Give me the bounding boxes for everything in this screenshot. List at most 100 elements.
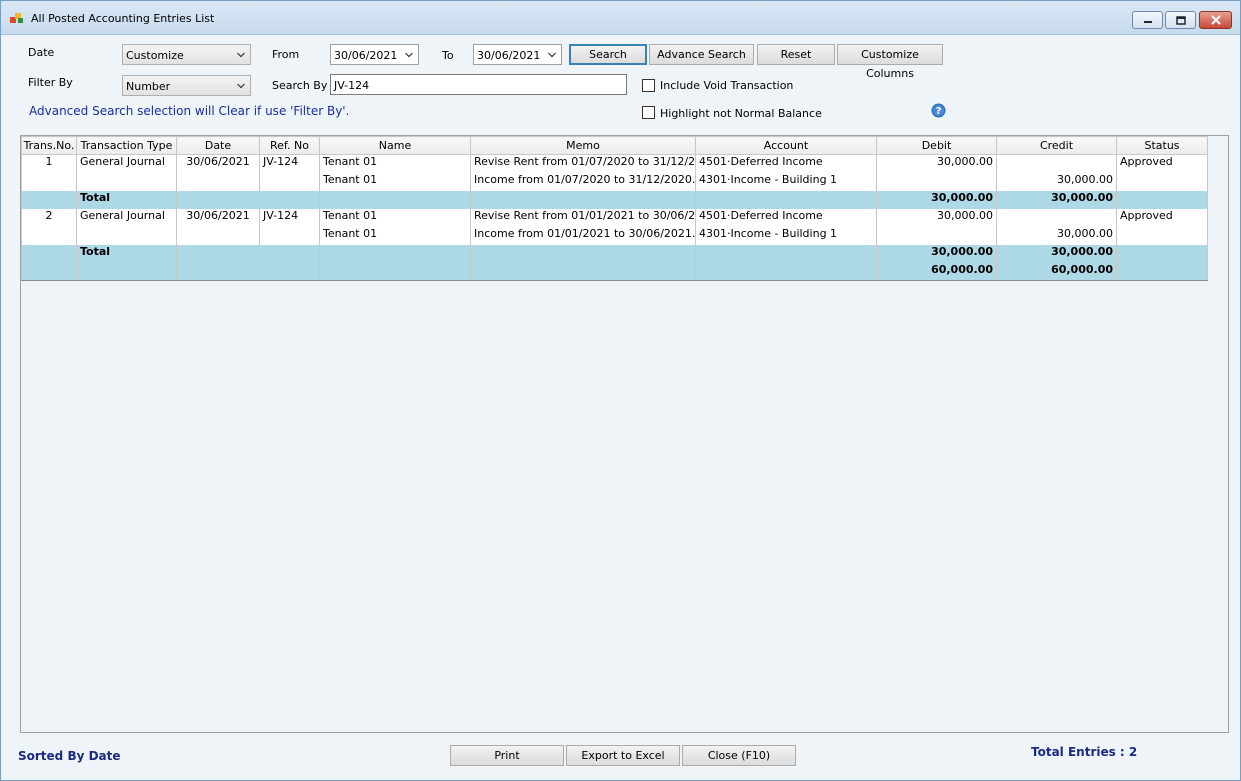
help-icon[interactable]: ? xyxy=(931,103,946,118)
cell-status xyxy=(1116,244,1208,263)
to-label: To xyxy=(442,49,454,62)
from-label: From xyxy=(272,48,300,61)
cell-credit: 60,000.00 xyxy=(996,262,1117,281)
cell-name: Tenant 01 xyxy=(319,226,471,245)
total-row[interactable]: Total 30,000.00 30,000.00 xyxy=(21,190,1208,209)
print-button[interactable]: Print xyxy=(450,745,564,766)
minimize-icon xyxy=(1143,21,1152,23)
export-excel-button[interactable]: Export to Excel xyxy=(566,745,680,766)
cell-type: General Journal xyxy=(76,208,177,227)
from-date-picker[interactable]: 30/06/2021 xyxy=(330,44,419,65)
cell-debit: 30,000.00 xyxy=(876,154,997,173)
column-header-date[interactable]: Date xyxy=(176,136,260,155)
cell-type xyxy=(76,226,177,245)
cell-memo: Revise Rent from 01/01/2021 to 30/06/202… xyxy=(470,208,696,227)
cell-status xyxy=(1116,226,1208,245)
cell-debit: 30,000.00 xyxy=(876,244,997,263)
cell-debit xyxy=(876,226,997,245)
cell-account xyxy=(695,262,877,281)
cell-ref xyxy=(259,172,320,191)
cell-date xyxy=(176,172,260,191)
advanced-search-note: Advanced Search selection will Clear if … xyxy=(29,104,350,118)
column-header-debit[interactable]: Debit xyxy=(876,136,997,155)
cell-memo: Income from 01/07/2020 to 31/12/2020.Ann… xyxy=(470,172,696,191)
cell-status xyxy=(1116,172,1208,191)
cell-date xyxy=(176,226,260,245)
table-row[interactable]: 2 General Journal 30/06/2021 JV-124 Tenant 0… xyxy=(21,208,1208,227)
column-header-trans-no[interactable]: Trans.No. xyxy=(21,136,77,155)
cell-type xyxy=(76,172,177,191)
chevron-down-icon xyxy=(405,52,413,58)
cell-name: Tenant 01 xyxy=(319,172,471,191)
cell-account: 4501·Deferred Income xyxy=(695,208,877,227)
from-date-value: 30/06/2021 xyxy=(334,49,398,62)
cell-trans-no xyxy=(21,226,77,245)
cell-trans-no: 1 xyxy=(21,154,77,173)
cell-date xyxy=(176,262,260,281)
cell-ref xyxy=(259,190,320,209)
column-header-transaction-type[interactable]: Transaction Type xyxy=(76,136,177,155)
column-header-account[interactable]: Account xyxy=(695,136,877,155)
cell-account xyxy=(695,244,877,263)
column-header-ref-no[interactable]: Ref. No xyxy=(259,136,320,155)
close-icon xyxy=(1210,15,1221,25)
search-by-value: JV-124 xyxy=(334,79,370,92)
cell-name: Tenant 01 xyxy=(319,208,471,227)
date-mode-value: Customize xyxy=(126,49,184,62)
cell-trans-no xyxy=(21,172,77,191)
close-button[interactable]: Close (F10) xyxy=(682,745,796,766)
customize-columns-button[interactable]: Customize Columns xyxy=(837,44,943,80)
grand-total-row[interactable]: 60,000.00 60,000.00 xyxy=(21,262,1208,281)
search-button[interactable]: Search xyxy=(569,44,647,65)
table-row[interactable]: 1 General Journal 30/06/2021 JV-124 Tenant 0… xyxy=(21,154,1208,173)
reset-button[interactable]: Reset xyxy=(757,44,835,65)
filter-by-label: Filter By xyxy=(28,76,73,89)
to-date-value: 30/06/2021 xyxy=(477,49,541,62)
cell-credit: 30,000.00 xyxy=(996,244,1117,263)
cell-account xyxy=(695,190,877,209)
cell-memo xyxy=(470,262,696,281)
to-date-picker[interactable]: 30/06/2021 xyxy=(473,44,562,65)
cell-account: 4301·Income - Building 1 xyxy=(695,172,877,191)
cell-memo: Income from 01/01/2021 to 30/06/2021.Ann… xyxy=(470,226,696,245)
close-window-button[interactable] xyxy=(1199,11,1232,29)
table-row[interactable]: Tenant 01 Income from 01/01/2021 to 30/06… xyxy=(21,226,1208,245)
cell-debit xyxy=(876,172,997,191)
column-header-name[interactable]: Name xyxy=(319,136,471,155)
table-row[interactable]: Tenant 01 Income from 01/07/2020 to 31/12… xyxy=(21,172,1208,191)
title-bar: All Posted Accounting Entries List xyxy=(1,1,1240,35)
column-header-credit[interactable]: Credit xyxy=(996,136,1117,155)
cell-credit: 30,000.00 xyxy=(996,190,1117,209)
total-entries-label: Total Entries : 2 xyxy=(1031,745,1138,759)
chevron-down-icon xyxy=(548,52,556,58)
cell-ref xyxy=(259,262,320,281)
svg-text:?: ? xyxy=(936,106,942,117)
cell-memo xyxy=(470,190,696,209)
cell-status xyxy=(1116,190,1208,209)
include-void-checkbox[interactable] xyxy=(642,79,655,92)
advance-search-button[interactable]: Advance Search xyxy=(649,44,754,65)
cell-name xyxy=(319,244,471,263)
filter-by-dropdown[interactable]: Number xyxy=(122,75,251,96)
maximize-icon xyxy=(1175,15,1186,25)
cell-trans-no: 2 xyxy=(21,208,77,227)
filter-by-value: Number xyxy=(126,80,171,93)
cell-status: Approved xyxy=(1116,208,1208,227)
minimize-button[interactable] xyxy=(1132,11,1163,29)
cell-ref xyxy=(259,244,320,263)
cell-date: 30/06/2021 xyxy=(176,154,260,173)
maximize-button[interactable] xyxy=(1165,11,1196,29)
column-header-status[interactable]: Status xyxy=(1116,136,1208,155)
column-header-memo[interactable]: Memo xyxy=(470,136,696,155)
highlight-balance-checkbox[interactable] xyxy=(642,106,655,119)
entries-table: Trans.No. Transaction Type Date Ref. No … xyxy=(21,136,1208,281)
total-row[interactable]: Total 30,000.00 30,000.00 xyxy=(21,244,1208,263)
search-by-input[interactable]: JV-124 xyxy=(330,74,627,95)
cell-type: General Journal xyxy=(76,154,177,173)
cell-debit: 30,000.00 xyxy=(876,208,997,227)
date-mode-dropdown[interactable]: Customize xyxy=(122,44,251,65)
table-header-row: Trans.No. Transaction Type Date Ref. No … xyxy=(21,136,1208,155)
cell-trans-no xyxy=(21,190,77,209)
highlight-balance-label: Highlight not Normal Balance xyxy=(660,107,822,120)
cell-date: 30/06/2021 xyxy=(176,208,260,227)
